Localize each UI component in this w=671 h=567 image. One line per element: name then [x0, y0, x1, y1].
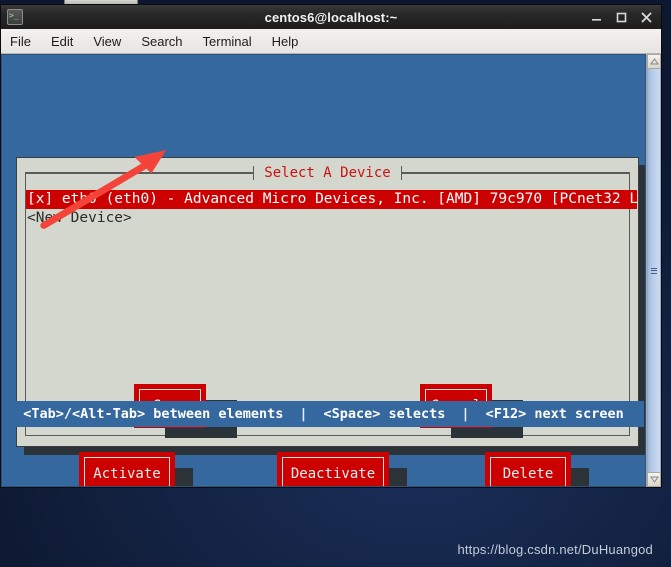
delete-button[interactable]: Delete	[485, 452, 571, 486]
menubar: File Edit View Search Terminal Help	[1, 29, 661, 54]
dialog-title-rule-right	[401, 172, 630, 174]
status-separator-2: |	[461, 406, 470, 422]
device-list-item-eth0[interactable]: [x] eth0 (eth0) - Advanced Micro Devices…	[26, 190, 637, 209]
activate-button[interactable]: Activate	[79, 452, 175, 486]
dialog-title-bar: Select A Device	[25, 164, 630, 182]
status-hint-tab: <Tab>/<Alt-Tab> between elements	[23, 406, 284, 422]
scroll-up-arrow-icon[interactable]	[647, 54, 661, 69]
close-icon[interactable]	[640, 11, 653, 24]
terminal-icon	[7, 9, 23, 25]
desktop-background: centos6@localhost:~ File Edit View Searc…	[0, 0, 671, 567]
menu-item-search[interactable]: Search	[141, 34, 182, 49]
watermark: https://blog.csdn.net/DuHuangod	[457, 542, 653, 557]
menu-item-view[interactable]: View	[93, 34, 121, 49]
menu-item-terminal[interactable]: Terminal	[203, 34, 252, 49]
menu-item-help[interactable]: Help	[272, 34, 299, 49]
terminal-body: Select A Device [x] eth0 (eth0) - Advanc…	[1, 54, 661, 487]
terminal-screen[interactable]: Select A Device [x] eth0 (eth0) - Advanc…	[1, 54, 646, 487]
scroll-down-arrow-icon[interactable]	[647, 472, 661, 487]
status-separator-1: |	[299, 406, 308, 422]
maximize-icon[interactable]	[615, 11, 628, 24]
dialog-title: Select A Device	[254, 165, 401, 181]
terminal-scrollbar[interactable]	[646, 54, 661, 487]
window-titlebar: centos6@localhost:~	[1, 5, 661, 29]
device-list: [x] eth0 (eth0) - Advanced Micro Devices…	[26, 190, 637, 228]
minimize-icon[interactable]	[590, 11, 603, 24]
status-hint-space: <Space> selects	[323, 406, 446, 422]
menu-item-edit[interactable]: Edit	[51, 34, 73, 49]
scrollbar-track[interactable]	[647, 69, 661, 472]
terminal-window: centos6@localhost:~ File Edit View Searc…	[0, 4, 662, 488]
window-controls	[590, 11, 653, 24]
deactivate-button[interactable]: Deactivate	[277, 452, 389, 486]
dialog-title-rule-left	[25, 172, 254, 174]
menu-item-file[interactable]: File	[10, 34, 31, 49]
scrollbar-grip[interactable]	[651, 267, 657, 274]
window-title: centos6@localhost:~	[264, 9, 398, 25]
status-hint-f12: <F12> next screen	[485, 406, 624, 422]
tui-status-bar: <Tab>/<Alt-Tab> between elements | <Spac…	[3, 401, 644, 427]
device-list-item-new-device[interactable]: <New Device>	[26, 209, 637, 228]
